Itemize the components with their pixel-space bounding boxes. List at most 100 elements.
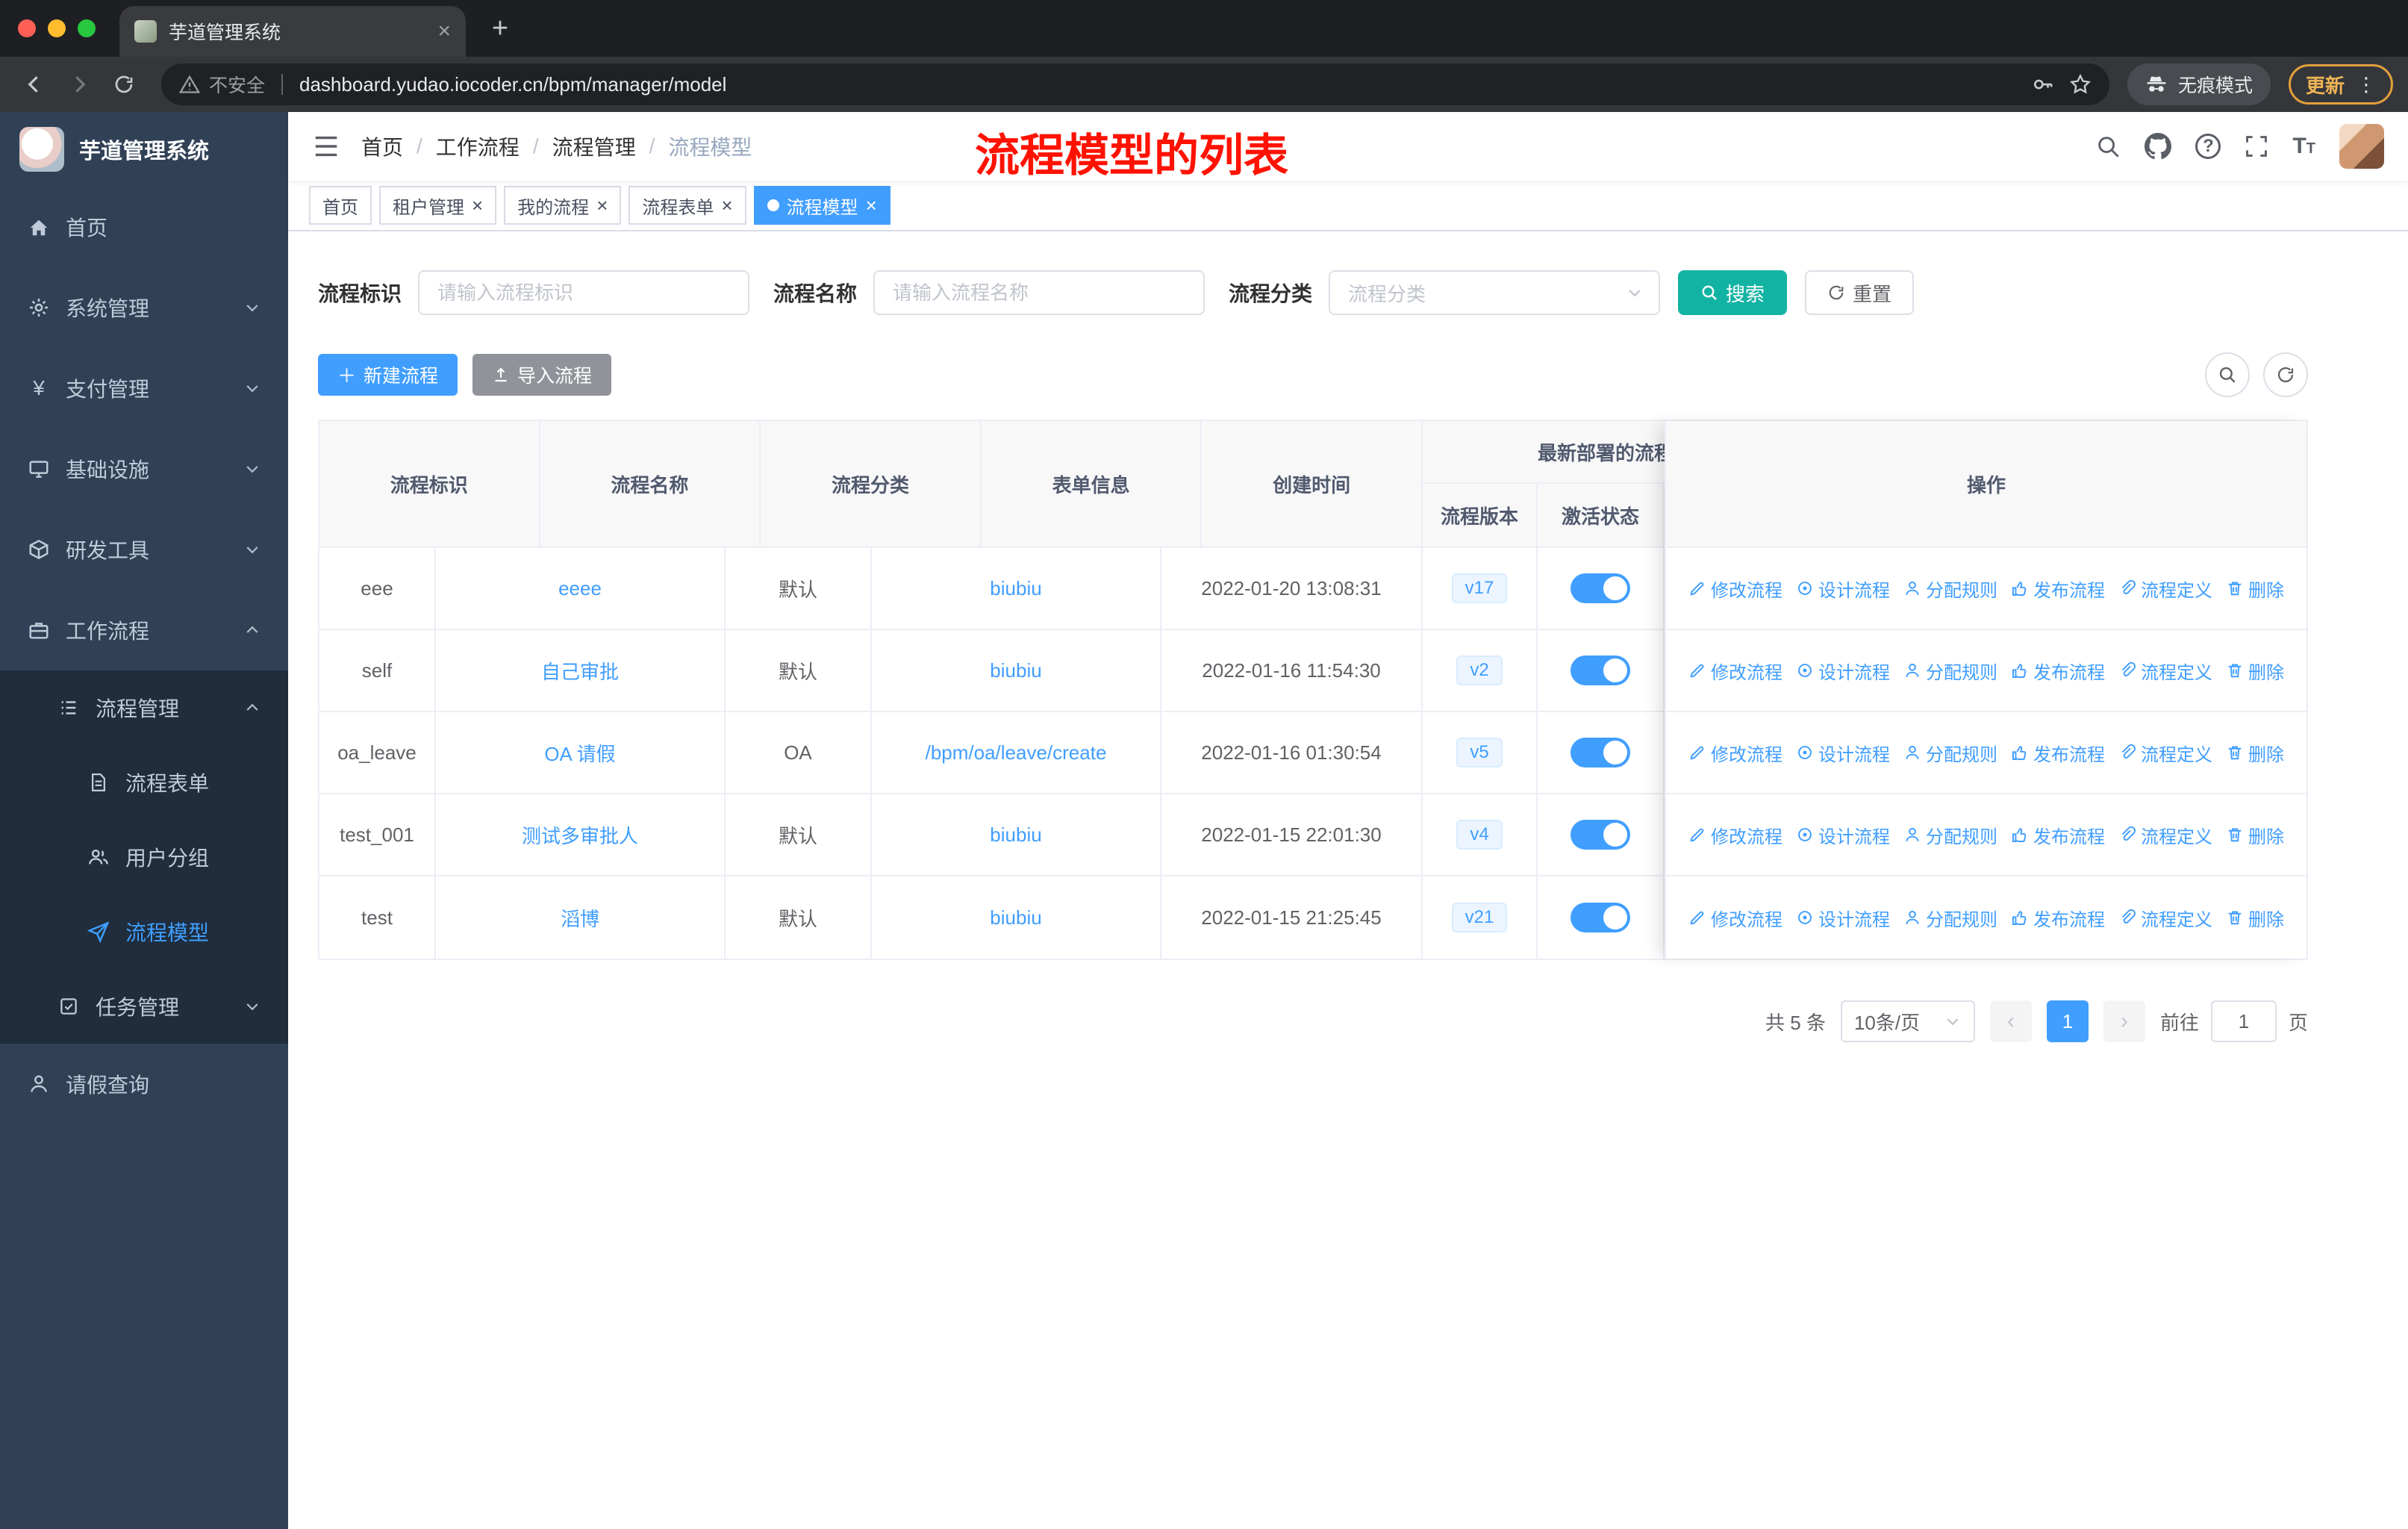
edit-action-link[interactable]: 修改流程 xyxy=(1688,576,1782,602)
minimize-window-button[interactable] xyxy=(48,19,66,37)
edit-action-link[interactable]: 修改流程 xyxy=(1688,740,1782,766)
definition-action-link[interactable]: 流程定义 xyxy=(2118,658,2212,684)
back-button[interactable] xyxy=(15,65,54,104)
tag-close-icon[interactable]: × xyxy=(472,196,483,215)
process-name-link[interactable]: 滔博 xyxy=(561,904,599,932)
definition-action-link[interactable]: 流程定义 xyxy=(2118,905,2212,931)
incognito-profile-chip[interactable]: 无痕模式 xyxy=(2127,63,2271,105)
github-icon[interactable] xyxy=(2145,133,2172,160)
font-size-icon[interactable]: TT xyxy=(2292,134,2315,159)
password-key-icon[interactable] xyxy=(2032,73,2054,96)
reset-button[interactable]: 重置 xyxy=(1805,270,1915,315)
tag-close-icon[interactable]: × xyxy=(721,196,732,215)
assign-action-link[interactable]: 分配规则 xyxy=(1903,576,1997,602)
edit-action-link[interactable]: 修改流程 xyxy=(1688,658,1782,684)
active-toggle[interactable] xyxy=(1570,738,1630,767)
tag-close-icon[interactable]: × xyxy=(866,196,877,215)
breadcrumb-item[interactable]: 流程管理 xyxy=(552,131,636,161)
active-toggle[interactable] xyxy=(1570,573,1630,603)
sidebar-item-process-form[interactable]: 流程表单 xyxy=(0,745,288,820)
tag-my-process[interactable]: 我的流程 × xyxy=(504,186,622,225)
sidebar-item-workflow[interactable]: 工作流程 xyxy=(0,590,288,670)
sidebar-item-payment[interactable]: ¥ 支付管理 xyxy=(0,348,288,429)
close-window-button[interactable] xyxy=(18,19,36,37)
process-name-link[interactable]: eeee xyxy=(558,577,602,600)
url-bar[interactable]: 不安全 dashboard.yudao.iocoder.cn/bpm/manag… xyxy=(161,63,2109,105)
publish-action-link[interactable]: 发布流程 xyxy=(2011,576,2105,602)
breadcrumb-item[interactable]: 首页 xyxy=(361,131,403,161)
sidebar-item-user-group[interactable]: 用户分组 xyxy=(0,820,288,894)
design-action-link[interactable]: 设计流程 xyxy=(1796,576,1890,602)
hamburger-icon[interactable] xyxy=(312,132,340,161)
delete-action-link[interactable]: 删除 xyxy=(2226,905,2284,931)
reload-button[interactable] xyxy=(105,65,143,104)
process-name-link[interactable]: 测试多审批人 xyxy=(522,821,638,849)
form-info-link[interactable]: biubiu xyxy=(990,577,1041,600)
assign-action-link[interactable]: 分配规则 xyxy=(1903,905,1997,931)
assign-action-link[interactable]: 分配规则 xyxy=(1903,658,1997,684)
sidebar-item-system[interactable]: 系统管理 xyxy=(0,267,288,348)
sidebar-item-process-model[interactable]: 流程模型 xyxy=(0,894,288,969)
publish-action-link[interactable]: 发布流程 xyxy=(2011,905,2105,931)
sidebar-item-process-management[interactable]: 流程管理 xyxy=(0,670,288,745)
definition-action-link[interactable]: 流程定义 xyxy=(2118,576,2212,602)
sidebar-item-infrastructure[interactable]: 基础设施 xyxy=(0,429,288,509)
process-name-link[interactable]: 自己审批 xyxy=(541,657,619,685)
tab-close-icon[interactable]: × xyxy=(437,20,451,43)
design-action-link[interactable]: 设计流程 xyxy=(1796,740,1890,766)
active-toggle[interactable] xyxy=(1570,820,1630,850)
edit-action-link[interactable]: 修改流程 xyxy=(1688,822,1782,848)
show-search-toggle-button[interactable] xyxy=(2205,352,2250,397)
tag-close-icon[interactable]: × xyxy=(596,196,608,215)
tag-process-model[interactable]: 流程模型 × xyxy=(753,186,890,225)
next-page-button[interactable]: › xyxy=(2103,1000,2145,1042)
new-tab-button[interactable]: + xyxy=(481,9,520,48)
browser-tab[interactable]: 芋道管理系统 × xyxy=(119,6,466,57)
tag-process-form[interactable]: 流程表单 × xyxy=(628,186,746,225)
page-size-select[interactable]: 10条/页 xyxy=(1840,1000,1975,1042)
sidebar-item-home[interactable]: 首页 xyxy=(0,187,288,267)
sidebar-item-leave-query[interactable]: 请假查询 xyxy=(0,1044,288,1124)
definition-action-link[interactable]: 流程定义 xyxy=(2118,740,2212,766)
publish-action-link[interactable]: 发布流程 xyxy=(2011,822,2105,848)
form-info-link[interactable]: biubiu xyxy=(990,823,1041,847)
process-category-select[interactable]: 流程分类 xyxy=(1329,270,1661,315)
search-icon[interactable] xyxy=(2095,134,2121,159)
breadcrumb-item[interactable]: 工作流程 xyxy=(436,131,520,161)
forward-button[interactable] xyxy=(60,65,99,104)
delete-action-link[interactable]: 删除 xyxy=(2226,740,2284,766)
prev-page-button[interactable]: ‹ xyxy=(1989,1000,2032,1042)
fullscreen-icon[interactable] xyxy=(2245,134,2268,158)
help-icon[interactable]: ? xyxy=(2195,134,2221,159)
delete-action-link[interactable]: 删除 xyxy=(2226,658,2284,684)
tag-tenant-management[interactable]: 租户管理 × xyxy=(379,186,497,225)
process-name-input[interactable] xyxy=(873,270,1205,315)
publish-action-link[interactable]: 发布流程 xyxy=(2011,658,2105,684)
delete-action-link[interactable]: 删除 xyxy=(2226,822,2284,848)
active-toggle[interactable] xyxy=(1570,655,1630,685)
publish-action-link[interactable]: 发布流程 xyxy=(2011,740,2105,766)
sidebar-item-devtools[interactable]: 研发工具 xyxy=(0,509,288,590)
search-button[interactable]: 搜索 xyxy=(1678,270,1788,315)
update-button[interactable]: 更新 ⋮ xyxy=(2288,64,2393,105)
browser-menu-icon[interactable]: ⋮ xyxy=(2356,73,2376,96)
design-action-link[interactable]: 设计流程 xyxy=(1796,905,1890,931)
edit-action-link[interactable]: 修改流程 xyxy=(1688,905,1782,931)
form-info-link[interactable]: biubiu xyxy=(990,659,1041,682)
create-process-button[interactable]: ＋ 新建流程 xyxy=(318,354,458,396)
process-name-link[interactable]: OA 请假 xyxy=(544,739,615,767)
sidebar-item-task-management[interactable]: 任务管理 xyxy=(0,969,288,1044)
definition-action-link[interactable]: 流程定义 xyxy=(2118,822,2212,848)
design-action-link[interactable]: 设计流程 xyxy=(1796,658,1890,684)
bookmark-star-icon[interactable] xyxy=(2069,73,2092,96)
refresh-table-button[interactable] xyxy=(2263,352,2308,397)
design-action-link[interactable]: 设计流程 xyxy=(1796,822,1890,848)
goto-page-input[interactable] xyxy=(2210,1000,2277,1042)
tag-home[interactable]: 首页 xyxy=(309,186,372,225)
form-info-link[interactable]: /bpm/oa/leave/create xyxy=(926,741,1107,764)
assign-action-link[interactable]: 分配规则 xyxy=(1903,740,1997,766)
form-info-link[interactable]: biubiu xyxy=(990,906,1041,929)
page-1-button[interactable]: 1 xyxy=(2046,1000,2089,1042)
active-toggle[interactable] xyxy=(1570,903,1630,932)
avatar[interactable] xyxy=(2339,124,2384,169)
